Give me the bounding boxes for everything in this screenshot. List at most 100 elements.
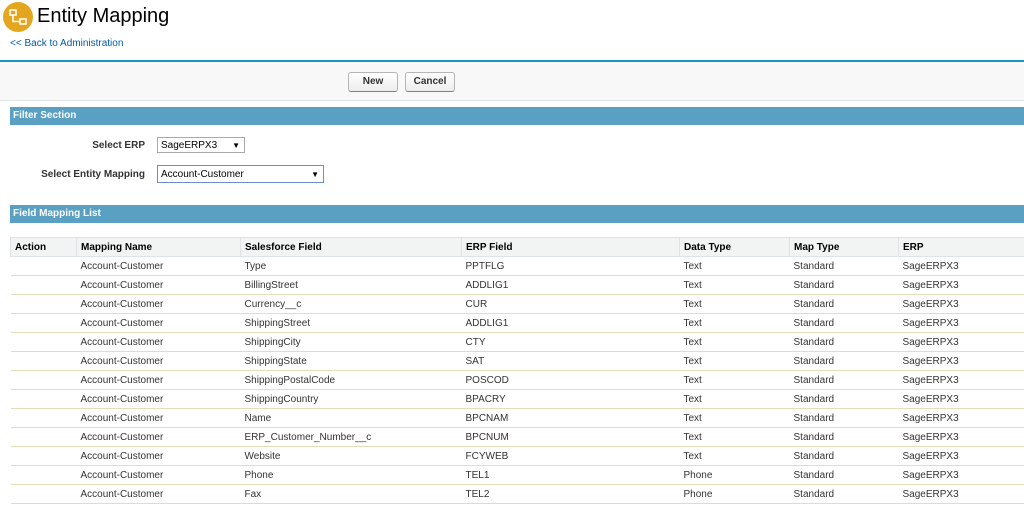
cell-mapping-name: Account-Customer (76, 427, 241, 447)
select-entity-mapping-dropdown[interactable]: Account-Customer ▼ (157, 165, 324, 183)
cell-erp-field: TEL2 (461, 484, 680, 504)
cell-map-type: Standard (789, 275, 899, 295)
cell-salesforce-field: ShippingCountry (240, 389, 462, 409)
cell-data-type: Text (679, 351, 790, 371)
cell-data-type: Text (679, 389, 790, 409)
cell-map-type: Standard (789, 256, 899, 276)
cell-salesforce-field: Currency__c (240, 294, 462, 314)
cell-erp: SageERPX3 (898, 427, 1024, 447)
cell-map-type: Standard (789, 332, 899, 352)
table-header-row: Action Mapping Name Salesforce Field ERP… (10, 237, 1024, 257)
cell-salesforce-field: ShippingCity (240, 332, 462, 352)
table-row: Account-Customer ShippingCity CTY Text Stand… (10, 332, 1024, 352)
table-row: Account-Customer ShippingState SAT Text Stan… (10, 351, 1024, 371)
cell-mapping-name: Account-Customer (76, 275, 241, 295)
cell-action (10, 332, 77, 352)
button-bar: New Cancel (0, 62, 1024, 101)
cell-salesforce-field: Name (240, 408, 462, 428)
cell-erp-field: SAT (461, 351, 680, 371)
cell-erp-field: ADDLIG1 (461, 275, 680, 295)
cell-data-type: Text (679, 446, 790, 466)
cell-action (10, 256, 77, 276)
cell-erp: SageERPX3 (898, 389, 1024, 409)
dropdown-arrow-icon: ▼ (232, 141, 240, 150)
cell-mapping-name: Account-Customer (76, 294, 241, 314)
page-title: Entity Mapping (37, 5, 170, 27)
cell-data-type: Text (679, 256, 790, 276)
cell-mapping-name: Account-Customer (76, 256, 241, 276)
cell-mapping-name: Account-Customer (76, 313, 241, 333)
cell-action (10, 484, 77, 504)
select-entity-mapping-label: Select Entity Mapping (41, 169, 145, 180)
select-entity-mapping-value: Account-Customer (161, 169, 244, 180)
cell-mapping-name: Account-Customer (76, 370, 241, 390)
cell-data-type: Text (679, 408, 790, 428)
cell-erp: SageERPX3 (898, 370, 1024, 390)
column-header-erp: ERP (898, 237, 1024, 257)
table-body: Account-Customer Type PPTFLG Text Standard Sa… (10, 256, 1024, 504)
cell-map-type: Standard (789, 446, 899, 466)
cell-erp: SageERPX3 (898, 351, 1024, 371)
cell-erp-field: PPTFLG (461, 256, 680, 276)
cell-action (10, 313, 77, 333)
cell-erp: SageERPX3 (898, 294, 1024, 314)
cell-action (10, 370, 77, 390)
cancel-button[interactable]: Cancel (405, 72, 455, 92)
cell-salesforce-field: Phone (240, 465, 462, 485)
new-button[interactable]: New (348, 72, 398, 92)
cell-salesforce-field: ShippingStreet (240, 313, 462, 333)
table-row: Account-Customer ShippingPostalCode POSCOD… (10, 370, 1024, 390)
cell-salesforce-field: ShippingPostalCode (240, 370, 462, 390)
column-header-salesforce-field: Salesforce Field (240, 237, 462, 257)
table-row: Account-Customer ShippingCountry BPACRY Tex… (10, 389, 1024, 409)
cell-action (10, 408, 77, 428)
cell-erp-field: TEL1 (461, 465, 680, 485)
cell-erp: SageERPX3 (898, 465, 1024, 485)
field-mapping-table: Action Mapping Name Salesforce Field ERP… (10, 237, 1024, 504)
field-mapping-table-wrap: Action Mapping Name Salesforce Field ERP… (10, 237, 1024, 504)
cell-map-type: Standard (789, 370, 899, 390)
cell-map-type: Standard (789, 465, 899, 485)
dropdown-arrow-icon: ▼ (311, 170, 319, 179)
table-row: Account-Customer Type PPTFLG Text Standard Sa… (10, 256, 1024, 276)
cell-map-type: Standard (789, 484, 899, 504)
select-erp-value: SageERPX3 (161, 140, 218, 151)
cell-data-type: Phone (679, 465, 790, 485)
cell-data-type: Text (679, 275, 790, 295)
cell-erp: SageERPX3 (898, 484, 1024, 504)
table-row: Account-Customer Currency__c CUR Text Standa… (10, 294, 1024, 314)
cell-erp: SageERPX3 (898, 446, 1024, 466)
cell-erp-field: POSCOD (461, 370, 680, 390)
table-row: Account-Customer ERP_Customer_Number__c BP… (10, 427, 1024, 447)
cell-erp: SageERPX3 (898, 408, 1024, 428)
column-header-map-type: Map Type (789, 237, 899, 257)
cell-action (10, 465, 77, 485)
table-row: Account-Customer Website FCYWEB Text Standar… (10, 446, 1024, 466)
column-header-action: Action (10, 237, 77, 257)
cell-salesforce-field: ShippingState (240, 351, 462, 371)
cell-action (10, 389, 77, 409)
cell-salesforce-field: Type (240, 256, 462, 276)
cell-mapping-name: Account-Customer (76, 332, 241, 352)
cell-mapping-name: Account-Customer (76, 446, 241, 466)
cell-salesforce-field: ERP_Customer_Number__c (240, 427, 462, 447)
cell-map-type: Standard (789, 408, 899, 428)
cell-action (10, 446, 77, 466)
cell-data-type: Phone (679, 484, 790, 504)
cell-erp: SageERPX3 (898, 256, 1024, 276)
table-row: Account-Customer Name BPCNAM Text Standard Sa… (10, 408, 1024, 428)
cell-erp-field: BPACRY (461, 389, 680, 409)
cell-mapping-name: Account-Customer (76, 408, 241, 428)
cell-erp-field: CTY (461, 332, 680, 352)
cell-data-type: Text (679, 427, 790, 447)
table-row: Account-Customer Fax TEL2 Phone Standard Sage… (10, 484, 1024, 504)
cell-salesforce-field: BillingStreet (240, 275, 462, 295)
cell-mapping-name: Account-Customer (76, 484, 241, 504)
cell-action (10, 294, 77, 314)
column-header-mapping-name: Mapping Name (76, 237, 241, 257)
cell-erp-field: FCYWEB (461, 446, 680, 466)
cell-data-type: Text (679, 370, 790, 390)
select-erp-dropdown[interactable]: SageERPX3 ▼ (157, 137, 245, 153)
table-row: Account-Customer Phone TEL1 Phone Standard Sa… (10, 465, 1024, 485)
back-to-administration-link[interactable]: << Back to Administration (10, 38, 123, 50)
